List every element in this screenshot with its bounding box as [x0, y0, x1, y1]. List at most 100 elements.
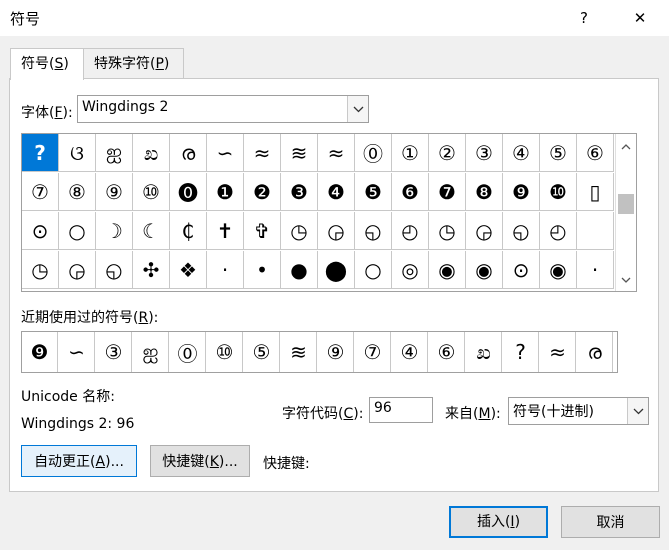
symbol-cell[interactable]: ⑥	[577, 134, 614, 172]
symbol-cell[interactable]: ◷	[22, 251, 59, 289]
chevron-down-icon[interactable]	[627, 398, 648, 424]
symbol-cell[interactable]: ❷	[244, 173, 281, 211]
symbol-cell[interactable]: ◵	[503, 212, 540, 250]
symbol-cell[interactable]: •	[244, 251, 281, 289]
tab-special-characters[interactable]: 特殊字符(P)	[83, 48, 184, 79]
symbol-cell[interactable]: ✣	[133, 251, 170, 289]
recent-symbol-cell[interactable]: ⑤	[244, 332, 280, 372]
symbol-cell[interactable]: ≋	[281, 134, 318, 172]
symbol-cell[interactable]: ⑦	[22, 173, 59, 211]
grid-scrollbar[interactable]	[615, 134, 636, 291]
symbol-cell[interactable]: ✞	[244, 212, 281, 250]
symbol-cell[interactable]: ·	[577, 251, 614, 289]
close-button[interactable]: ✕	[626, 6, 654, 30]
symbol-cell[interactable]: ?	[22, 134, 59, 172]
recent-symbols-row[interactable]: ❾ ∽ ③ ஐ ⓪ ⑩ ⑤ ≋ ⑨ ⑦ ④ ⑥ ಖ? ≈ ര	[21, 331, 618, 373]
recent-symbol-cell[interactable]: ≈	[540, 332, 576, 372]
symbol-cell[interactable]: ⊙	[22, 212, 59, 250]
symbol-cell[interactable]: ❺	[355, 173, 392, 211]
help-button[interactable]: ?	[570, 6, 598, 30]
symbol-cell[interactable]: ஐ	[96, 134, 133, 172]
from-select[interactable]: 符号(十进制)	[508, 397, 649, 425]
symbol-cell[interactable]: ◷	[281, 212, 318, 250]
recent-symbol-cell[interactable]: ④	[392, 332, 428, 372]
symbol-cell[interactable]: ❸	[281, 173, 318, 211]
autocorrect-button[interactable]: 自动更正(A)...	[21, 445, 137, 477]
symbol-cell[interactable]: ◵	[96, 251, 133, 289]
symbol-cell[interactable]: ◉	[540, 251, 577, 289]
symbol-cell[interactable]: ◴	[540, 212, 577, 250]
symbol-cell[interactable]	[577, 212, 614, 250]
symbol-cell[interactable]: ④	[503, 134, 540, 172]
symbol-cell[interactable]: ✝	[207, 212, 244, 250]
chevron-down-icon[interactable]	[347, 96, 368, 122]
char-code-input[interactable]: 96	[369, 397, 433, 423]
symbol-cell[interactable]: ◶	[466, 212, 503, 250]
symbol-cell[interactable]: ·	[207, 251, 244, 289]
symbol-cell[interactable]: ര	[170, 134, 207, 172]
recent-symbol-cell[interactable]: ❾	[22, 332, 58, 372]
symbol-cell[interactable]: ◴	[392, 212, 429, 250]
recent-symbol-cell[interactable]: ⑥	[429, 332, 465, 372]
recent-symbol-cell[interactable]: ≋	[281, 332, 317, 372]
symbol-cell[interactable]: ⓿	[170, 173, 207, 211]
symbol-cell[interactable]: ⑩	[133, 173, 170, 211]
recent-symbol-cell[interactable]: ര	[577, 332, 613, 372]
symbol-cell[interactable]: ❽	[466, 173, 503, 211]
recent-symbol-cell[interactable]: ⑨	[318, 332, 354, 372]
symbol-cell[interactable]: ₵	[170, 212, 207, 250]
symbol-cell[interactable]: ⑤	[540, 134, 577, 172]
symbol-cell[interactable]: ❖	[170, 251, 207, 289]
tab-symbols[interactable]: 符号(S)	[10, 48, 84, 80]
symbol-cell[interactable]: ▯	[577, 173, 614, 211]
symbol-cell[interactable]: ☽	[96, 212, 133, 250]
symbol-cell[interactable]: ❿	[540, 173, 577, 211]
symbol-cell[interactable]: ❶	[207, 173, 244, 211]
symbol-cell[interactable]: ☾	[133, 212, 170, 250]
symbol-cell[interactable]: ○	[59, 212, 96, 250]
symbol-cell[interactable]: ❹	[318, 173, 355, 211]
symbol-cell[interactable]: ⓪	[355, 134, 392, 172]
symbol-cell[interactable]: ❾	[503, 173, 540, 211]
recent-symbol-cell[interactable]: ஐ	[133, 332, 169, 372]
symbol-cell[interactable]: ◉	[429, 251, 466, 289]
symbol-cell[interactable]: ಖ	[133, 134, 170, 172]
symbol-grid[interactable]: ? ଓ ஐ ಖ ര ∽ ≈ ≋ ≈ ⓪ ① ② ③ ④ ⑤ ⑥ ⑦ ⑧ ⑨ ⑩ ⓿ ❶ ❷ ❸ ❹ ❺ ❻ ❼ ❽ ❾ ❿ ▯ ⊙ ○ ☽ ☾ ₵ ✝ ✞ ◷…	[21, 133, 637, 292]
symbol-cell[interactable]: ○	[355, 251, 392, 289]
cancel-button[interactable]: 取消	[561, 506, 660, 538]
symbol-cell[interactable]: ❼	[429, 173, 466, 211]
symbol-cell[interactable]: ⑨	[96, 173, 133, 211]
symbol-cell[interactable]: ⑧	[59, 173, 96, 211]
symbol-cell[interactable]: ◵	[355, 212, 392, 250]
recent-symbol-cell[interactable]: ⑩	[207, 332, 243, 372]
symbol-cell[interactable]: ≈	[244, 134, 281, 172]
font-select[interactable]: Wingdings 2	[77, 95, 369, 123]
scroll-down-icon[interactable]	[621, 271, 631, 287]
symbol-cell[interactable]: ◉	[466, 251, 503, 289]
symbol-cell[interactable]: ①	[392, 134, 429, 172]
symbol-cell[interactable]: ◎	[392, 251, 429, 289]
symbol-cell[interactable]: ∽	[207, 134, 244, 172]
symbol-cell[interactable]: ≈	[318, 134, 355, 172]
recent-symbol-cell[interactable]: ⑦	[355, 332, 391, 372]
recent-symbol-cell[interactable]: ③	[96, 332, 132, 372]
recent-symbol-cell[interactable]: ಖ	[466, 332, 502, 372]
symbol-cell[interactable]: ③	[466, 134, 503, 172]
from-label: 来自(M):	[445, 406, 501, 422]
symbol-cell[interactable]: ❻	[392, 173, 429, 211]
symbol-cell[interactable]: ⬤	[318, 251, 355, 289]
recent-symbol-cell[interactable]: ?	[503, 332, 539, 372]
scroll-up-icon[interactable]	[621, 138, 631, 154]
insert-button[interactable]: 插入(I)	[449, 506, 548, 538]
symbol-cell[interactable]: ②	[429, 134, 466, 172]
shortcut-key-button[interactable]: 快捷键(K)...	[150, 445, 250, 477]
recent-symbol-cell[interactable]: ∽	[59, 332, 95, 372]
recent-symbol-cell[interactable]: ⓪	[170, 332, 206, 372]
symbol-cell[interactable]: ◶	[59, 251, 96, 289]
symbol-cell[interactable]: ◶	[318, 212, 355, 250]
scroll-thumb[interactable]	[618, 194, 634, 214]
symbol-cell[interactable]: ⊙	[503, 251, 540, 289]
symbol-cell[interactable]: ●	[281, 251, 318, 289]
symbol-cell[interactable]: ◷	[429, 212, 466, 250]
symbol-cell[interactable]: ଓ	[59, 134, 96, 172]
